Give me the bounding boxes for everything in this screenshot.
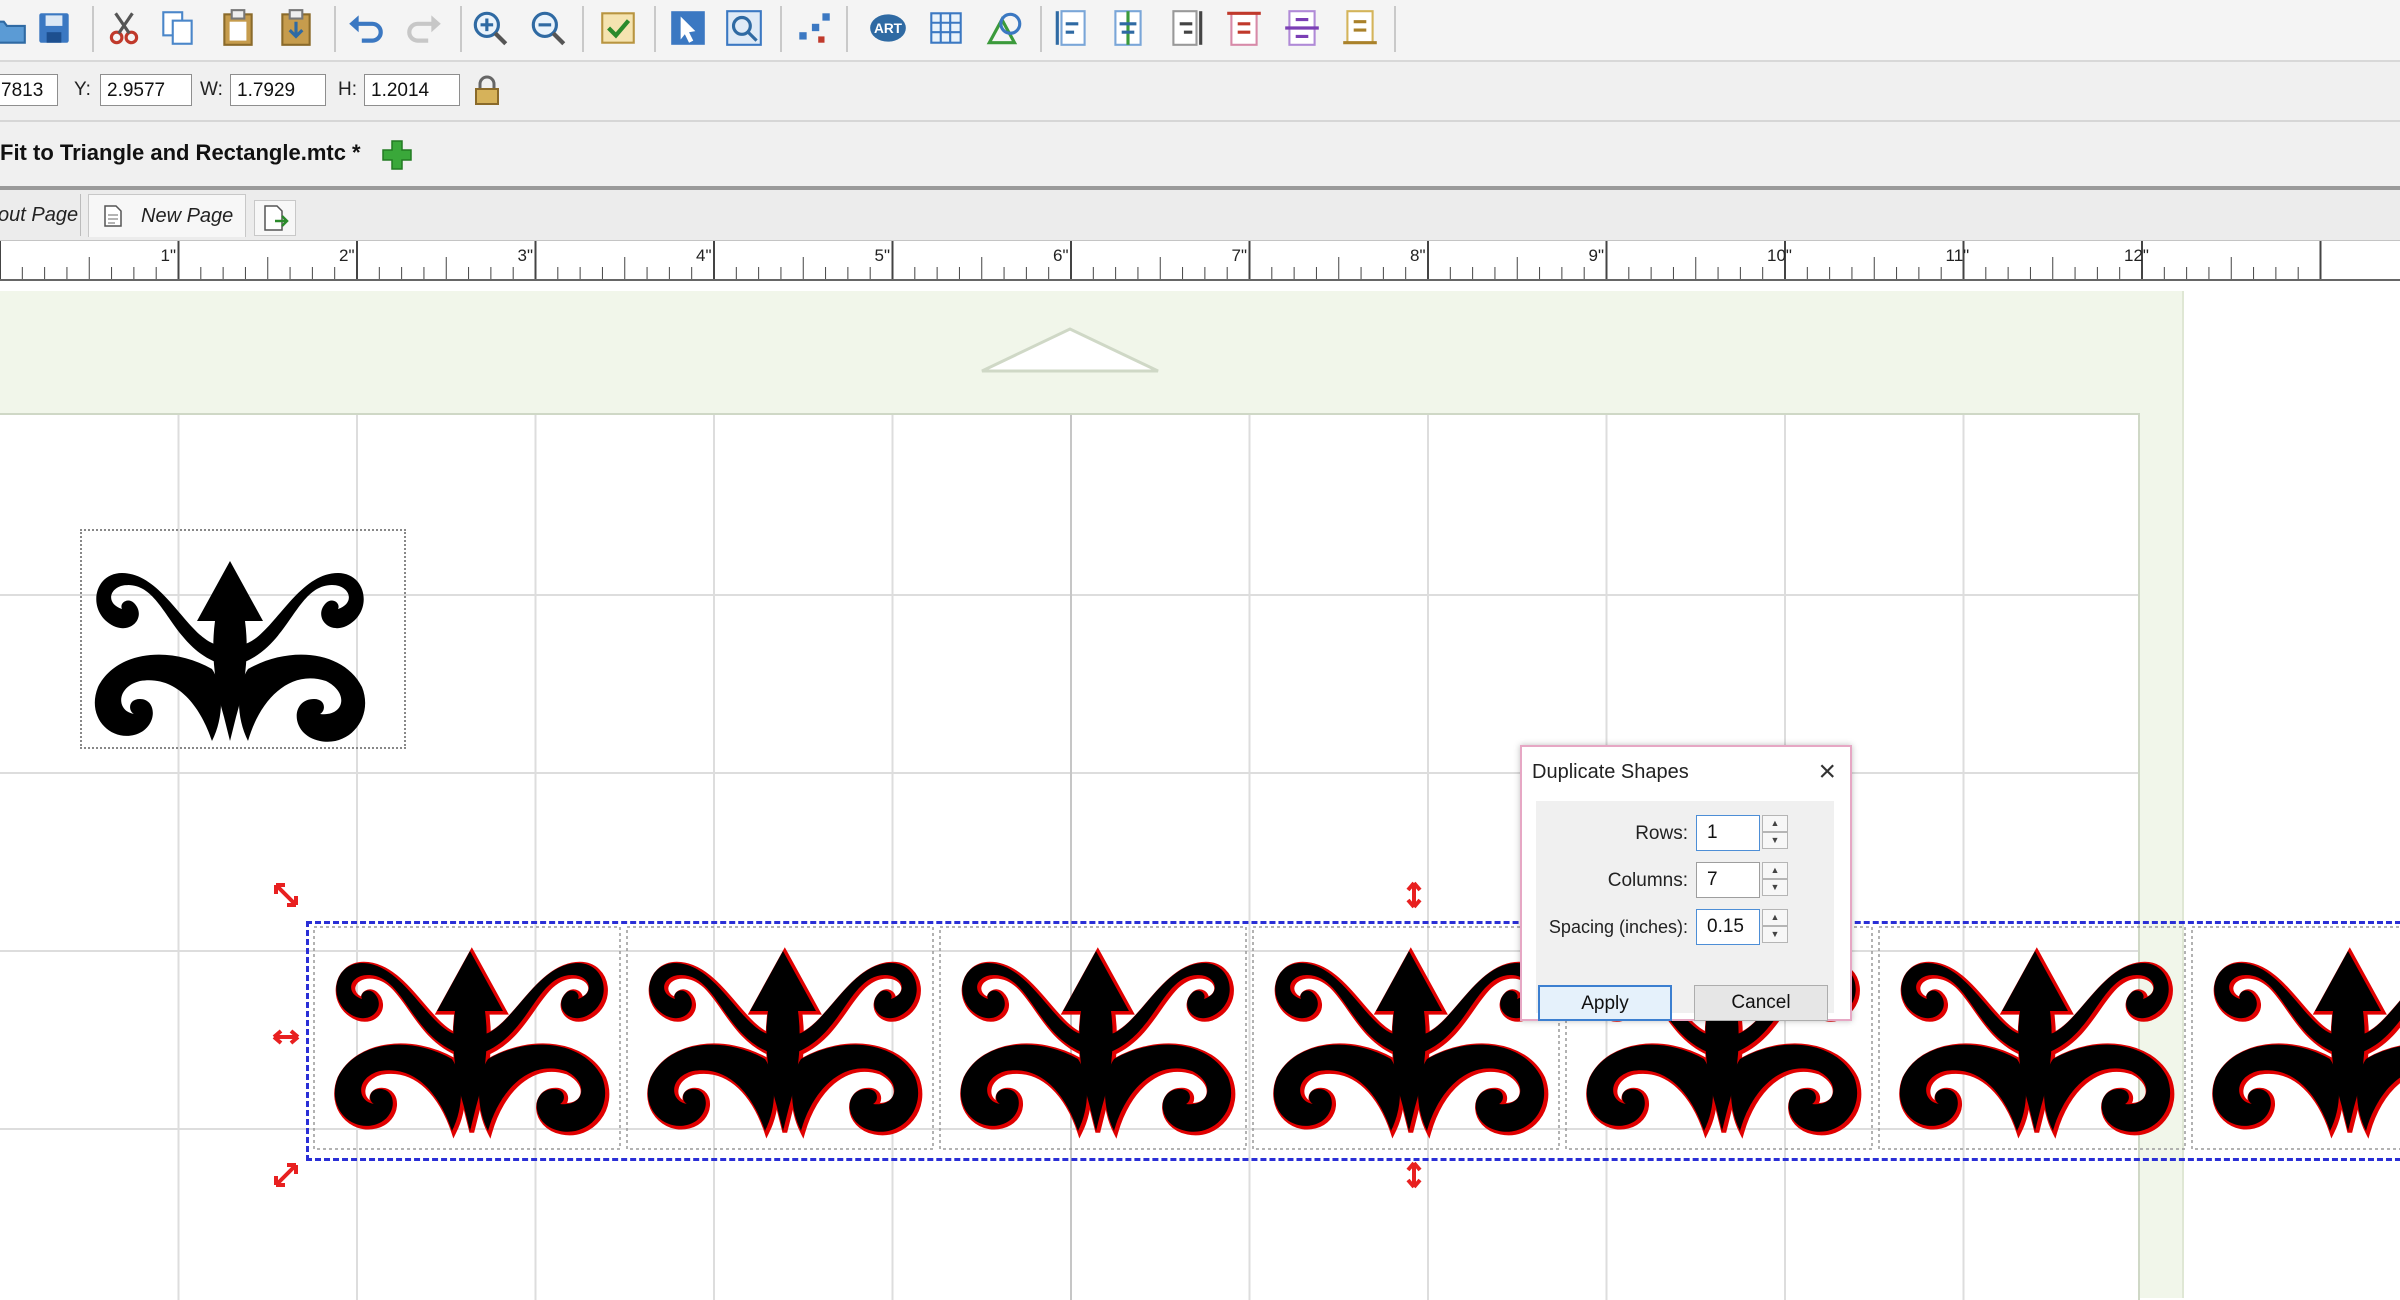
design-canvas[interactable] [0,281,2400,1300]
columns-label: Columns: [1607,870,1688,891]
cut-icon[interactable] [102,6,146,50]
align-left-icon[interactable] [1050,6,1094,50]
checkmark-icon[interactable] [596,6,640,50]
properties-bar: 7813 Y: 2.9577 W: 1.7929 H: 1.2014 [0,62,2400,122]
open-icon[interactable] [0,6,30,50]
align-middle-icon[interactable] [1280,6,1324,50]
width-label: W: [200,79,223,100]
document-tab-bar: Fit to Triangle and Rectangle.mtc * [0,122,2400,190]
save-icon[interactable] [32,6,76,50]
ruler-label: 10" [1767,246,1792,265]
ruler-label: 9" [1589,246,1605,265]
selection-box[interactable] [306,921,2400,1161]
resize-handle-top-left[interactable] [272,881,300,909]
resize-handle-bottom[interactable] [1400,1161,1428,1189]
duplicate-shapes-dialog: Duplicate Shapes × Rows: 1 ▲ ▼ Columns: 7… [1520,745,1852,1021]
paste-in-place-icon[interactable] [274,6,318,50]
redo-icon[interactable] [402,6,446,50]
resize-handle-bottom-left[interactable] [272,1161,300,1189]
ruler-label: 2" [339,246,355,265]
tab-new-page-label: New Page [141,205,234,227]
horizontal-ruler: 1" 2" 3" 4" 5" 6" 7" 8" 9" 10" 11" 12" [0,241,2400,281]
page-tab-bar: out Page New Page [0,190,2400,241]
x-position-field[interactable]: 7813 [0,74,58,106]
close-icon[interactable]: × [1818,757,1836,787]
resize-handle-left[interactable] [272,1023,300,1051]
spacing-stepper[interactable]: ▲ ▼ [1762,909,1788,945]
width-field[interactable]: 1.7929 [230,74,326,106]
select-tool-icon[interactable] [666,6,710,50]
ruler-label: 4" [696,246,712,265]
height-label: H: [338,79,357,100]
ruler-label: 3" [518,246,534,265]
height-field[interactable]: 1.2014 [364,74,460,106]
ruler-label: 6" [1053,246,1069,265]
columns-stepper[interactable]: ▲ ▼ [1762,862,1788,898]
rows-stepper[interactable]: ▲ ▼ [1762,815,1788,851]
align-right-icon[interactable] [1164,6,1208,50]
y-label: Y: [74,79,91,100]
columns-input[interactable]: 7 [1696,862,1760,898]
add-page-icon[interactable] [254,200,296,236]
add-document-icon[interactable] [380,138,414,172]
grid-table-icon[interactable] [924,6,968,50]
rows-label: Rows: [1635,823,1688,844]
tab-new-page[interactable]: New Page [88,194,246,237]
spacing-label: Spacing (inches): [1548,917,1688,937]
tab-layout-page[interactable]: out Page [0,194,81,236]
rows-input[interactable]: 1 [1696,815,1760,851]
apply-button[interactable]: Apply [1538,985,1672,1021]
zoom-out-icon[interactable] [526,6,570,50]
svg-text:ART: ART [874,21,903,36]
resize-handle-top[interactable] [1400,881,1428,909]
y-position-field[interactable]: 2.9577 [100,74,192,106]
cancel-button[interactable]: Cancel [1694,985,1828,1021]
document-tab[interactable]: Fit to Triangle and Rectangle.mtc * [0,140,361,166]
paste-icon[interactable] [216,6,260,50]
ruler-label: 5" [875,246,891,265]
art-library-icon[interactable]: ART [866,6,910,50]
align-center-icon[interactable] [1106,6,1150,50]
zoom-in-icon[interactable] [468,6,512,50]
main-toolbar: ART [0,0,2400,62]
shapes-icon[interactable] [982,6,1026,50]
ruler-label: 7" [1232,246,1248,265]
ruler-label: 12" [2124,246,2149,265]
node-edit-icon[interactable] [792,6,836,50]
dialog-title: Duplicate Shapes [1532,761,1689,783]
page-icon [104,205,122,227]
align-top-icon[interactable] [1222,6,1266,50]
ruler-label: 8" [1410,246,1426,265]
lock-ratio-icon[interactable] [470,74,504,108]
zoom-box-icon[interactable] [722,6,766,50]
ruler-label: 11" [1946,246,1970,265]
original-ornament-shape[interactable] [80,529,406,749]
copy-icon[interactable] [156,6,200,50]
undo-icon[interactable] [344,6,388,50]
spacing-input[interactable]: 0.15 [1696,909,1760,945]
dialog-body: Rows: 1 ▲ ▼ Columns: 7 ▲ ▼ Spacing (inches… [1536,801,1834,1021]
ruler-label: 1" [161,246,177,265]
align-bottom-icon[interactable] [1338,6,1382,50]
